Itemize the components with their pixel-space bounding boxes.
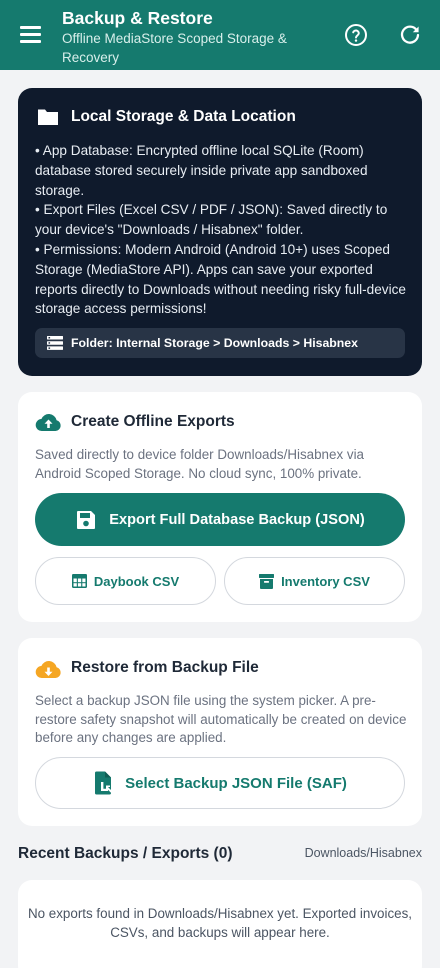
daybook-csv-button[interactable]: Daybook CSV xyxy=(35,557,216,605)
storage-info-header: Local Storage & Data Location xyxy=(36,107,296,127)
cloud-upload-icon xyxy=(35,414,61,432)
select-backup-file-label: Select Backup JSON File (SAF) xyxy=(125,774,347,792)
restore-title: Restore from Backup File xyxy=(71,659,259,676)
storage-list-icon xyxy=(47,336,63,350)
recent-backups-path: Downloads/Hisabnex xyxy=(304,846,422,860)
exports-title: Create Offline Exports xyxy=(71,413,235,430)
inventory-csv-label: Inventory CSV xyxy=(281,573,370,589)
page-subtitle: Offline MediaStore Scoped Storage & Reco… xyxy=(62,31,287,65)
save-icon xyxy=(77,510,96,529)
select-backup-file-button[interactable]: Select Backup JSON File (SAF) xyxy=(35,757,405,809)
restore-card: Restore from Backup File Select a backup… xyxy=(18,638,422,826)
restore-header: Restore from Backup File xyxy=(35,657,259,679)
refresh-icon[interactable] xyxy=(398,23,422,47)
storage-info-title: Local Storage & Data Location xyxy=(71,108,296,125)
inventory-csv-button[interactable]: Inventory CSV xyxy=(224,557,405,605)
folder-icon xyxy=(38,109,58,125)
table-icon xyxy=(71,574,87,588)
storage-info-bullet: • Export Files (Excel CSV / PDF / JSON):… xyxy=(35,202,388,238)
exports-description: Saved directly to device folder Download… xyxy=(35,447,364,481)
recent-backups-empty-card: No exports found in Downloads/Hisabnex y… xyxy=(18,880,422,968)
restore-description: Select a backup JSON file using the syst… xyxy=(35,693,407,745)
file-open-icon xyxy=(95,771,114,795)
download-circle-icon xyxy=(35,661,61,679)
export-full-backup-label: Export Full Database Backup (JSON) xyxy=(109,511,365,528)
archive-box-icon xyxy=(259,573,275,589)
export-full-backup-button[interactable]: Export Full Database Backup (JSON) xyxy=(35,493,405,546)
daybook-csv-label: Daybook CSV xyxy=(93,573,180,589)
recent-backups-title: Recent Backups / Exports (0) xyxy=(18,845,233,862)
storage-info-body: • App Database: Encrypted offline local … xyxy=(35,141,407,319)
exports-header: Create Offline Exports xyxy=(35,412,235,432)
folder-path-text: Folder: Internal Storage > Downloads > H… xyxy=(71,336,358,350)
storage-info-bullet: • App Database: Encrypted offline local … xyxy=(35,143,368,198)
storage-info-card: Local Storage & Data Location • App Data… xyxy=(18,88,422,376)
exports-card: Create Offline Exports Saved directly to… xyxy=(18,392,422,622)
app-bar: Backup & Restore Offline MediaStore Scop… xyxy=(0,0,440,70)
storage-info-bullet: • Permissions: Modern Android (Android 1… xyxy=(35,241,406,317)
help-circle-icon[interactable] xyxy=(344,23,368,47)
hamburger-menu-icon[interactable] xyxy=(20,26,42,44)
empty-state-message: No exports found in Downloads/Hisabnex y… xyxy=(27,906,413,940)
folder-path-badge: Folder: Internal Storage > Downloads > H… xyxy=(35,328,405,358)
page-title: Backup & Restore xyxy=(62,8,213,28)
app-bar-titles: Backup & Restore Offline MediaStore Scop… xyxy=(62,7,322,67)
